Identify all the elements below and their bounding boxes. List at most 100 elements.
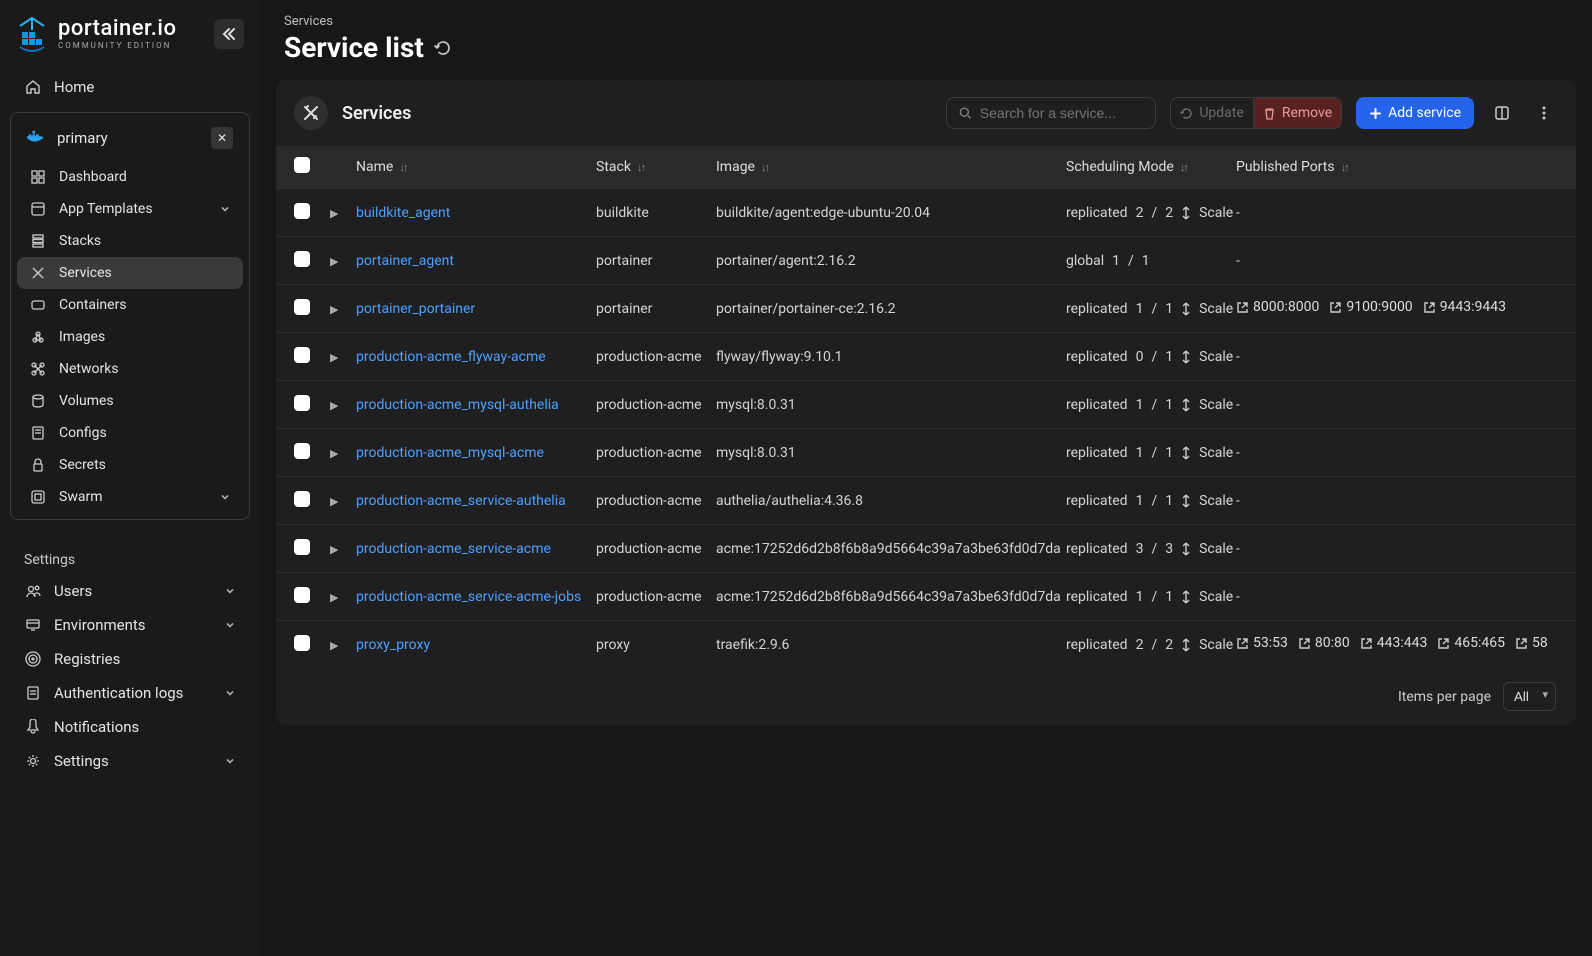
col-ports[interactable]: Published Ports↓↑ (1236, 159, 1558, 175)
remove-button[interactable]: Remove (1254, 98, 1341, 128)
stack-cell: production-acme (596, 349, 716, 365)
more-button[interactable] (1530, 96, 1558, 130)
port-link[interactable]: 80:80 (1298, 635, 1350, 651)
stack-cell: portainer (596, 301, 716, 317)
mode-cell: replicated 1/1 Scale (1066, 397, 1236, 413)
settings-item-registries[interactable]: Registries (10, 642, 250, 676)
service-link[interactable]: portainer_agent (356, 253, 454, 269)
breadcrumb: Services (260, 0, 1592, 29)
scale-button[interactable]: Scale (1199, 349, 1233, 365)
settings-item-users[interactable]: Users (10, 574, 250, 608)
portainer-logo-icon (16, 16, 48, 52)
sidebar-item-containers[interactable]: Containers (17, 289, 243, 321)
col-image[interactable]: Image↓↑ (716, 159, 1066, 175)
service-link[interactable]: production-acme_mysql-authelia (356, 397, 559, 413)
items-per-page-select[interactable]: All (1503, 682, 1556, 711)
environment-header[interactable]: primary ✕ (17, 119, 243, 157)
row-checkbox[interactable] (294, 491, 310, 507)
row-expander[interactable]: ▶ (330, 639, 338, 652)
service-link[interactable]: production-acme_mysql-acme (356, 445, 544, 461)
row-checkbox[interactable] (294, 539, 310, 555)
nav-icon (24, 718, 42, 736)
service-link[interactable]: proxy_proxy (356, 637, 430, 653)
table-row: ▶ production-acme_service-acme productio… (276, 524, 1576, 572)
environment-name: primary (57, 129, 108, 147)
row-expander[interactable]: ▶ (330, 303, 338, 316)
row-expander[interactable]: ▶ (330, 351, 338, 364)
row-checkbox[interactable] (294, 347, 310, 363)
col-name[interactable]: Name↓↑ (356, 159, 596, 175)
row-expander[interactable]: ▶ (330, 399, 338, 412)
row-expander[interactable]: ▶ (330, 495, 338, 508)
scale-button[interactable]: Scale (1199, 205, 1233, 221)
service-link[interactable]: production-acme_service-authelia (356, 493, 566, 509)
settings-item-environments[interactable]: Environments (10, 608, 250, 642)
chevron-down-icon (224, 585, 236, 597)
row-checkbox[interactable] (294, 587, 310, 603)
row-checkbox[interactable] (294, 395, 310, 411)
scale-button[interactable]: Scale (1199, 397, 1233, 413)
external-link-icon (1236, 301, 1249, 314)
row-checkbox[interactable] (294, 203, 310, 219)
row-expander[interactable]: ▶ (330, 207, 338, 220)
table-row: ▶ production-acme_mysql-acme production-… (276, 428, 1576, 476)
scale-button[interactable]: Scale (1199, 301, 1233, 317)
nav-icon (24, 752, 42, 770)
service-link[interactable]: buildkite_agent (356, 205, 450, 221)
scale-button[interactable]: Scale (1199, 589, 1233, 605)
port-link[interactable]: 58 (1515, 635, 1548, 651)
col-stack[interactable]: Stack↓↑ (596, 159, 716, 175)
sidebar-item-swarm[interactable]: Swarm (17, 481, 243, 513)
sidebar-item-dashboard[interactable]: Dashboard (17, 161, 243, 193)
refresh-icon[interactable] (434, 39, 452, 57)
scale-button[interactable]: Scale (1199, 541, 1233, 557)
row-expander[interactable]: ▶ (330, 447, 338, 460)
port-link[interactable]: 8000:8000 (1236, 299, 1319, 315)
sidebar-item-home[interactable]: Home (10, 70, 250, 104)
update-button[interactable]: Update (1171, 98, 1253, 128)
port-link[interactable]: 9100:9000 (1329, 299, 1412, 315)
sidebar-item-services[interactable]: Services (17, 257, 243, 289)
sidebar-item-networks[interactable]: Networks (17, 353, 243, 385)
scale-button[interactable]: Scale (1199, 445, 1233, 461)
sidebar-item-volumes[interactable]: Volumes (17, 385, 243, 417)
port-link[interactable]: 9443:9443 (1423, 299, 1506, 315)
sidebar-item-configs[interactable]: Configs (17, 417, 243, 449)
port-link[interactable]: 465:465 (1437, 635, 1505, 651)
external-link-icon (1515, 637, 1528, 650)
ports-cell: - (1236, 589, 1558, 605)
search-input[interactable] (980, 105, 1144, 121)
settings-item-notifications[interactable]: Notifications (10, 710, 250, 744)
search-box[interactable] (946, 97, 1156, 129)
sidebar-item-secrets[interactable]: Secrets (17, 449, 243, 481)
select-all-checkbox[interactable] (294, 157, 310, 173)
stack-cell: proxy (596, 637, 716, 653)
add-service-button[interactable]: Add service (1356, 97, 1474, 129)
port-link[interactable]: 443:443 (1360, 635, 1428, 651)
sidebar-item-images[interactable]: Images (17, 321, 243, 353)
mode-cell: global 1/1 (1066, 253, 1236, 269)
sidebar-item-app-templates[interactable]: App Templates (17, 193, 243, 225)
row-checkbox[interactable] (294, 299, 310, 315)
scale-button[interactable]: Scale (1199, 493, 1233, 509)
scale-button[interactable]: Scale (1199, 637, 1233, 653)
service-link[interactable]: production-acme_service-acme (356, 541, 551, 557)
service-link[interactable]: production-acme_service-acme-jobs (356, 589, 581, 605)
sidebar-collapse-button[interactable] (214, 19, 244, 49)
nav-icon (29, 296, 47, 314)
columns-button[interactable] (1488, 96, 1516, 130)
row-expander[interactable]: ▶ (330, 591, 338, 604)
row-checkbox[interactable] (294, 251, 310, 267)
row-checkbox[interactable] (294, 635, 310, 651)
col-mode[interactable]: Scheduling Mode↓↑ (1066, 159, 1236, 175)
row-expander[interactable]: ▶ (330, 543, 338, 556)
settings-item-authentication-logs[interactable]: Authentication logs (10, 676, 250, 710)
sidebar-item-stacks[interactable]: Stacks (17, 225, 243, 257)
settings-item-settings[interactable]: Settings (10, 744, 250, 778)
row-expander[interactable]: ▶ (330, 255, 338, 268)
row-checkbox[interactable] (294, 443, 310, 459)
environment-close-button[interactable]: ✕ (211, 127, 233, 149)
service-link[interactable]: production-acme_flyway-acme (356, 349, 546, 365)
port-link[interactable]: 53:53 (1236, 635, 1288, 651)
service-link[interactable]: portainer_portainer (356, 301, 475, 317)
